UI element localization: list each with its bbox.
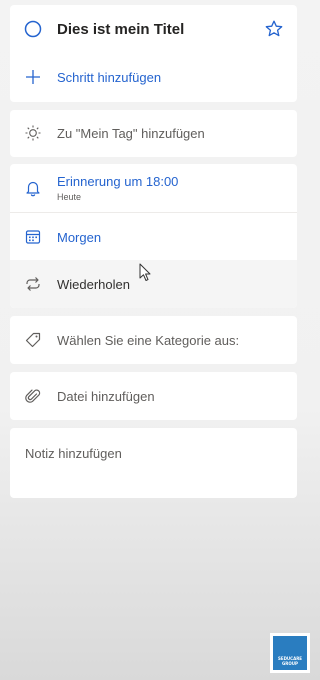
star-icon[interactable] <box>264 19 284 39</box>
paperclip-icon <box>24 387 42 405</box>
add-step-button[interactable]: Schritt hinzufügen <box>10 53 297 101</box>
bell-icon <box>24 179 42 197</box>
due-date-label: Morgen <box>57 230 102 245</box>
tag-icon <box>24 331 42 349</box>
task-title[interactable]: Dies ist mein Titel <box>57 21 184 38</box>
repeat-icon <box>24 275 42 293</box>
mouse-cursor-icon <box>139 263 153 283</box>
add-file-label: Datei hinzufügen <box>57 389 155 404</box>
reminder-sub-label: Heute <box>57 192 82 202</box>
logo-mark: SEDUCARE GROUP <box>273 636 307 670</box>
company-logo: SEDUCARE GROUP <box>270 633 310 673</box>
add-step-label: Schritt hinzufügen <box>57 70 162 85</box>
category-label: Wählen Sie eine Kategorie aus: <box>57 333 240 348</box>
logo-line-2: GROUP <box>282 661 298 666</box>
sun-icon <box>24 124 42 142</box>
category-button[interactable]: Wählen Sie eine Kategorie aus: <box>10 316 297 364</box>
plus-icon <box>24 68 42 86</box>
date-options-card: Erinnerung um 18:00 Heute Morgen Wiederh… <box>10 164 297 308</box>
reminder-button[interactable]: Erinnerung um 18:00 Heute <box>10 164 297 212</box>
add-file-button[interactable]: Datei hinzufügen <box>10 372 297 420</box>
add-to-my-day-button[interactable]: Zu "Mein Tag" hinzufügen <box>10 110 297 157</box>
note-field[interactable]: Notiz hinzufügen <box>10 428 297 498</box>
add-to-my-day-label: Zu "Mein Tag" hinzufügen <box>57 126 205 141</box>
repeat-label: Wiederholen <box>57 277 130 292</box>
complete-circle-icon[interactable] <box>24 20 42 38</box>
note-placeholder: Notiz hinzufügen <box>25 446 122 461</box>
task-title-card: Dies ist mein Titel Schritt hinzufügen <box>10 5 297 102</box>
due-date-button[interactable]: Morgen <box>10 213 297 260</box>
calendar-icon <box>24 228 42 246</box>
repeat-button[interactable]: Wiederholen <box>10 260 297 308</box>
reminder-label: Erinnerung um 18:00 <box>57 174 179 189</box>
